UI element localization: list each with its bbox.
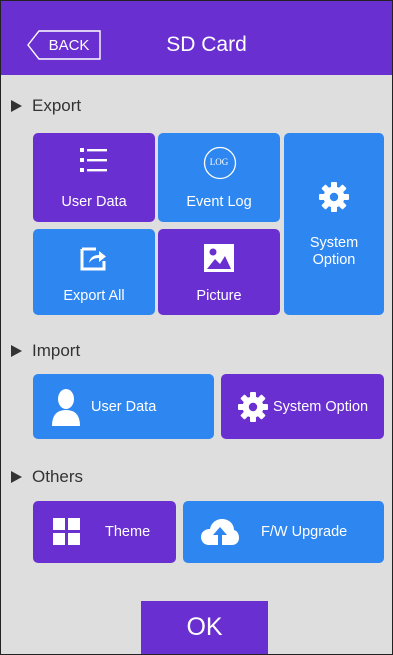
header-bar: SD Card BACK [1, 1, 392, 75]
theme-button[interactable]: Theme [33, 501, 176, 563]
back-button-label: BACK [48, 36, 90, 54]
user-icon [52, 389, 80, 426]
section-export: Export [11, 96, 81, 116]
back-button[interactable]: BACK [27, 30, 101, 60]
import-system-option-label: System Option [273, 399, 369, 415]
export-event-log-button[interactable]: LOG Event Log [158, 133, 280, 222]
export-all-button[interactable]: Export All [33, 229, 155, 315]
gear-icon [319, 182, 349, 212]
export-picture-button[interactable]: Picture [158, 229, 280, 315]
export-icon [80, 247, 106, 271]
export-user-data-button[interactable]: User Data [33, 133, 155, 222]
sd-card-screen: SD Card BACK Export User Data LOG Event … [0, 0, 393, 655]
cloud-upload-icon [201, 519, 239, 545]
triangle-icon [11, 345, 22, 357]
export-all-label: Export All [63, 288, 125, 304]
picture-icon [204, 244, 234, 272]
section-import: Import [11, 341, 80, 361]
gear-icon [238, 392, 268, 422]
export-user-data-label: User Data [61, 194, 127, 210]
theme-label: Theme [105, 524, 151, 540]
import-user-data-label: User Data [91, 399, 157, 415]
section-export-label: Export [32, 96, 82, 115]
triangle-icon [11, 100, 22, 112]
import-system-option-button[interactable]: System Option [221, 374, 384, 439]
export-event-log-label: Event Log [186, 194, 252, 210]
triangle-icon [11, 471, 22, 483]
list-icon [80, 148, 107, 172]
section-import-label: Import [32, 341, 81, 360]
fw-upgrade-label: F/W Upgrade [261, 524, 348, 540]
export-system-option-label: System Option [309, 235, 359, 268]
ok-button[interactable]: OK [141, 601, 268, 654]
section-others: Others [11, 467, 83, 487]
fw-upgrade-button[interactable]: F/W Upgrade [183, 501, 384, 563]
grid-icon [53, 518, 80, 545]
import-user-data-button[interactable]: User Data [33, 374, 214, 439]
log-icon-text: LOG [209, 157, 229, 167]
section-others-label: Others [32, 467, 84, 486]
export-system-option-button[interactable]: System Option [284, 133, 384, 315]
export-picture-label: Picture [196, 288, 242, 304]
